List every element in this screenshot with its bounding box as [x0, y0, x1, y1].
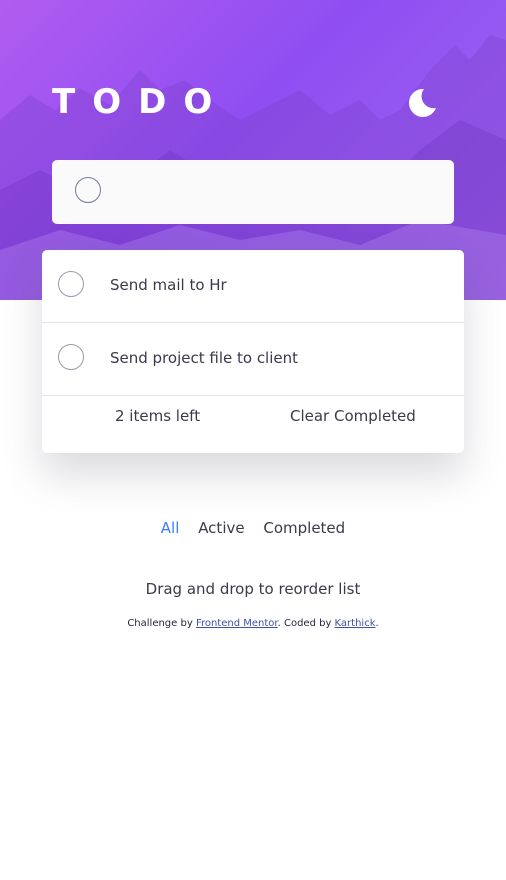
attribution: Challenge by Frontend Mentor. Coded by K… — [0, 618, 506, 629]
list-item[interactable]: Send project file to client — [42, 323, 464, 396]
author-link[interactable]: Karthick — [335, 618, 376, 629]
attribution-suffix: . — [375, 618, 379, 629]
filter-completed[interactable]: Completed — [263, 519, 345, 537]
filter-all[interactable]: All — [161, 519, 180, 537]
filter-bar: All Active Completed — [0, 519, 506, 537]
todo-checkbox[interactable] — [58, 271, 84, 297]
list-item[interactable]: Send mail to Hr — [42, 250, 464, 323]
theme-toggle-button[interactable] — [404, 86, 438, 120]
todo-text: Send project file to client — [110, 349, 299, 367]
items-left-count: 2 items left — [115, 407, 201, 425]
frontend-mentor-link[interactable]: Frontend Mentor — [196, 618, 278, 629]
new-todo-input[interactable] — [118, 174, 438, 210]
new-todo-bar — [52, 160, 454, 224]
list-footer: 2 items left Clear Completed — [42, 396, 464, 453]
attribution-middle: . Coded by — [277, 618, 335, 629]
clear-completed-button[interactable]: Clear Completed — [290, 407, 416, 425]
new-todo-checkbox[interactable] — [75, 177, 101, 203]
filter-active[interactable]: Active — [198, 519, 244, 537]
todo-text: Send mail to Hr — [110, 276, 227, 294]
moon-icon — [408, 88, 436, 117]
todo-list: Send mail to Hr Send project file to cli… — [42, 250, 464, 453]
app-title: TODO — [52, 82, 230, 122]
todo-checkbox[interactable] — [58, 344, 84, 370]
reorder-hint: Drag and drop to reorder list — [145, 580, 361, 598]
attribution-prefix: Challenge by — [127, 618, 196, 629]
